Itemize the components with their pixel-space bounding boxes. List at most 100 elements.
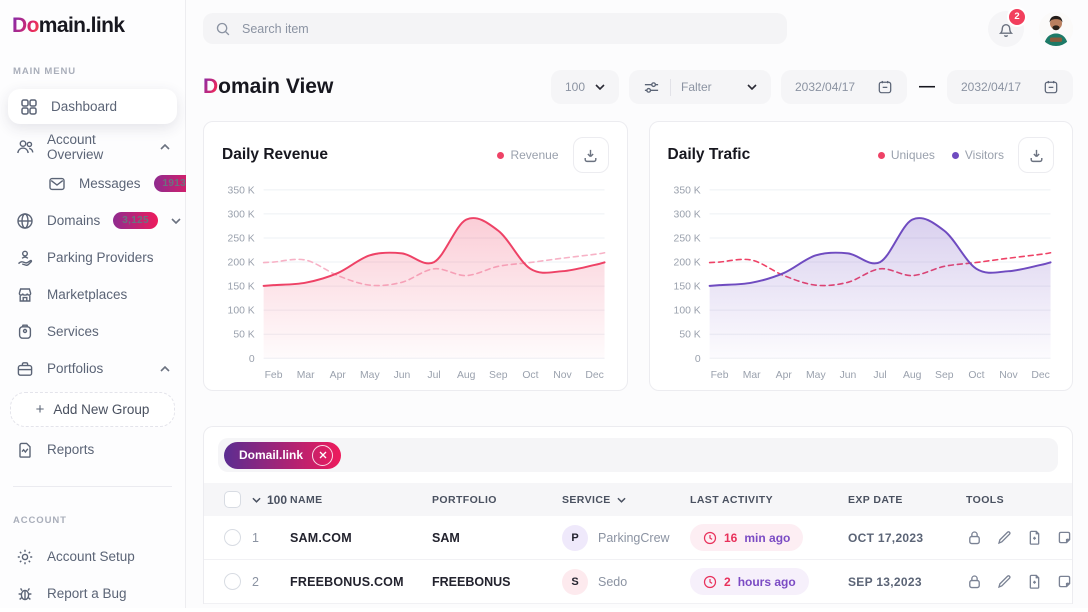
notifications-button[interactable]: 2 xyxy=(988,11,1024,47)
services-icon xyxy=(15,323,34,341)
chart-legend: Uniques Visitors xyxy=(878,148,1004,162)
sidebar-item-label: Report a Bug xyxy=(47,586,127,601)
svg-text:May: May xyxy=(360,370,380,381)
row-number: 2 xyxy=(252,575,290,589)
row-checkbox[interactable] xyxy=(224,573,241,590)
page-head: Domain View 100 Falter 2032/04/17 xyxy=(203,70,1073,104)
edit-pencil-icon[interactable] xyxy=(996,573,1013,590)
table-row[interactable]: 1 SAM.COM SAM P ParkingCrew 16min ago OC… xyxy=(204,516,1072,560)
file-plus-icon[interactable] xyxy=(1026,573,1043,590)
select-count-dropdown[interactable]: 100 xyxy=(252,493,290,507)
svg-text:Sep: Sep xyxy=(489,370,508,381)
column-header-name[interactable]: NAME xyxy=(290,494,432,506)
sidebar-item-label: Dashboard xyxy=(51,99,117,114)
date-from-picker[interactable]: 2032/04/17 xyxy=(781,70,907,104)
svg-text:250 K: 250 K xyxy=(228,233,255,244)
daily-traffic-card: Daily Trafic Uniques Visitors 350 K300 K… xyxy=(649,121,1074,391)
sidebar-item-domains[interactable]: Domains 3,125 xyxy=(0,202,185,239)
column-header-exp-date[interactable]: EXP DATE xyxy=(848,494,966,506)
users-icon xyxy=(15,138,34,156)
sidebar-item-label: Services xyxy=(47,324,99,339)
domain-name: SAM.COM xyxy=(290,531,432,545)
note-add-icon[interactable] xyxy=(1056,529,1073,546)
download-chart-button[interactable] xyxy=(573,137,609,173)
svg-text:Nov: Nov xyxy=(553,370,572,381)
svg-text:May: May xyxy=(806,370,826,381)
row-checkbox[interactable] xyxy=(224,529,241,546)
topbar: 2 xyxy=(186,0,1088,57)
daily-traffic-chart: 350 K300 K250 K200 K150 K100 K50 K0FebMa… xyxy=(668,179,1055,384)
note-add-icon[interactable] xyxy=(1056,573,1073,590)
page-size-select[interactable]: 100 xyxy=(551,70,619,104)
add-new-group-label: Add New Group xyxy=(53,402,149,417)
edit-pencil-icon[interactable] xyxy=(996,529,1013,546)
dashboard-grid-icon xyxy=(19,98,38,116)
sidebar-item-dashboard[interactable]: Dashboard xyxy=(8,89,177,124)
legend-dot xyxy=(878,152,885,159)
parking-provider-icon xyxy=(15,249,34,267)
date-to-picker[interactable]: 2032/04/17 xyxy=(947,70,1073,104)
lock-icon[interactable] xyxy=(966,529,983,546)
search-input[interactable] xyxy=(240,21,775,37)
date-range-separator: — xyxy=(917,78,937,96)
column-header-portfolio[interactable]: PORTFOLIO xyxy=(432,494,562,506)
sidebar-item-account-overview[interactable]: Account Overview xyxy=(0,128,185,165)
tools-cell xyxy=(966,529,1073,546)
page-title: Domain View xyxy=(203,75,333,99)
calendar-icon xyxy=(1043,79,1059,95)
sidebar-item-messages[interactable]: Messages 19135 xyxy=(0,165,185,202)
svg-text:200 K: 200 K xyxy=(673,258,700,269)
filter-chip-domail-link[interactable]: Domail.link xyxy=(224,442,341,469)
domains-count-badge: 3,125 xyxy=(113,212,158,229)
column-header-tools: TOOLS xyxy=(966,494,1072,506)
sidebar-item-report-a-bug[interactable]: Report a Bug xyxy=(0,575,185,612)
svg-text:Feb: Feb xyxy=(710,370,728,381)
topbar-right: 2 xyxy=(988,11,1073,47)
sidebar-item-portfolios[interactable]: Portfolios xyxy=(0,350,185,387)
mail-icon xyxy=(47,175,66,193)
svg-text:Jun: Jun xyxy=(394,370,411,381)
clock-icon xyxy=(703,531,717,545)
remove-chip-icon[interactable] xyxy=(312,445,333,466)
table-row[interactable]: 2 FREEBONUS.COM FREEBONUS S Sedo 2hours … xyxy=(204,560,1072,604)
filter-dropdown[interactable]: Falter xyxy=(629,70,771,104)
service-name: Sedo xyxy=(598,575,627,589)
sidebar-item-services[interactable]: Services xyxy=(0,313,185,350)
svg-text:Aug: Aug xyxy=(902,370,921,381)
daily-revenue-chart: 350 K300 K250 K200 K150 K100 K50 K0FebMa… xyxy=(222,179,609,384)
sidebar-item-parking-providers[interactable]: Parking Providers xyxy=(0,239,185,276)
column-header-last-activity[interactable]: LAST ACTIVITY xyxy=(690,494,848,506)
user-avatar[interactable] xyxy=(1039,12,1073,46)
sidebar: Domain.link MAIN MENU Dashboard Account … xyxy=(0,0,186,608)
app-logo[interactable]: Domain.link xyxy=(0,14,185,38)
chevron-down-icon xyxy=(595,84,605,90)
svg-text:Jul: Jul xyxy=(427,370,440,381)
sidebar-item-label: Marketplaces xyxy=(47,287,127,302)
lock-icon[interactable] xyxy=(966,573,983,590)
divider xyxy=(670,79,671,96)
svg-text:Aug: Aug xyxy=(457,370,476,381)
svg-text:250 K: 250 K xyxy=(673,233,700,244)
chevron-up-icon[interactable] xyxy=(160,144,170,150)
svg-text:Sep: Sep xyxy=(935,370,954,381)
sidebar-item-label: Parking Providers xyxy=(47,250,154,265)
sidebar-item-account-setup[interactable]: Account Setup xyxy=(0,538,185,575)
svg-text:Jul: Jul xyxy=(873,370,886,381)
chevron-down-icon xyxy=(617,497,626,503)
svg-text:Jun: Jun xyxy=(839,370,856,381)
main-area: 2 Domain View 100 xyxy=(186,0,1088,608)
select-all-checkbox[interactable] xyxy=(224,491,241,508)
file-plus-icon[interactable] xyxy=(1026,529,1043,546)
calendar-icon xyxy=(877,79,893,95)
chevron-down-icon[interactable] xyxy=(171,218,181,224)
svg-text:350 K: 350 K xyxy=(228,185,255,196)
download-chart-button[interactable] xyxy=(1018,137,1054,173)
chevron-up-icon[interactable] xyxy=(160,366,170,372)
sidebar-item-marketplaces[interactable]: Marketplaces xyxy=(0,276,185,313)
svg-text:200 K: 200 K xyxy=(228,258,255,269)
column-header-service[interactable]: SERVICE xyxy=(562,494,690,506)
add-new-group-button[interactable]: + Add New Group xyxy=(10,392,175,427)
sidebar-item-reports[interactable]: Reports xyxy=(0,431,185,468)
svg-text:100 K: 100 K xyxy=(228,306,255,317)
search-bar[interactable] xyxy=(203,13,787,44)
